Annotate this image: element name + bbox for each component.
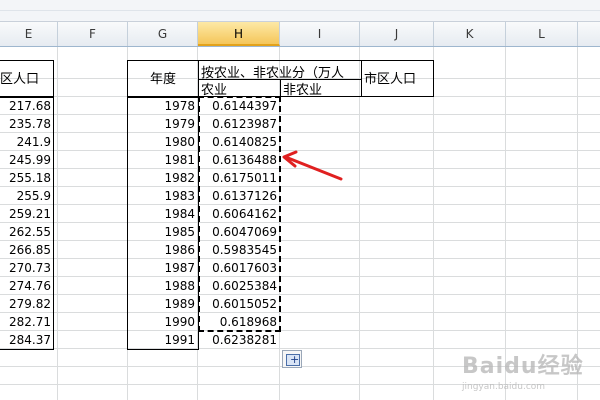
watermark-main: Baidu经验	[462, 354, 584, 379]
annotation-layer	[282, 150, 343, 181]
baidu-watermark: Baidu经验 jingyan.baidu.com	[462, 348, 597, 398]
red-arrow-annotation	[282, 150, 343, 181]
watermark-sub: jingyan.baidu.com	[462, 382, 546, 392]
paste-options-icon[interactable]: +	[282, 350, 302, 368]
